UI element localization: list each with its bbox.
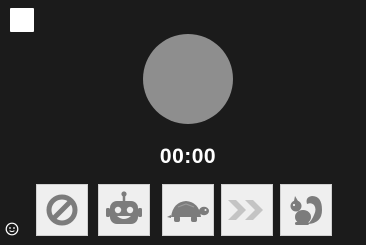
no-effect-icon xyxy=(46,194,78,226)
squirrel-icon xyxy=(290,196,322,225)
effect-fast-button[interactable] xyxy=(221,184,273,236)
timer-display: 00:00 xyxy=(159,145,217,168)
effect-slow-button[interactable] xyxy=(162,184,214,236)
effect-none-button[interactable] xyxy=(36,184,88,236)
effect-squirrel-button[interactable] xyxy=(280,184,332,236)
voice-recorder-screen: 00:00 xyxy=(0,0,366,245)
turtle-icon xyxy=(167,201,209,222)
fast-forward-icon xyxy=(228,200,263,220)
smiley-face-icon[interactable] xyxy=(5,222,19,236)
effect-robot-button[interactable] xyxy=(98,184,150,236)
robot-icon xyxy=(106,191,142,224)
stop-square-icon[interactable] xyxy=(10,8,34,32)
record-button[interactable] xyxy=(143,34,233,124)
